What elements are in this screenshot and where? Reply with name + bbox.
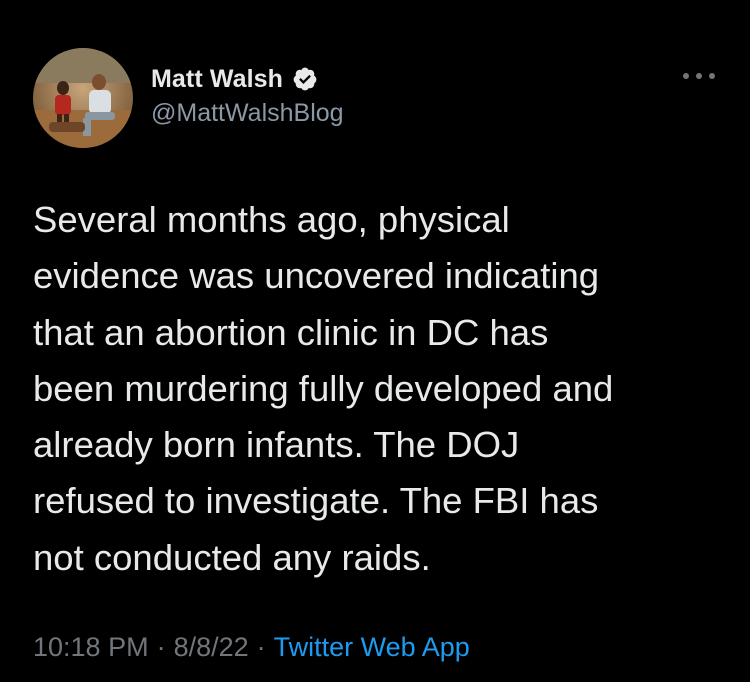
tweet: Matt Walsh @MattWalshBlog Several months… bbox=[0, 0, 750, 682]
meta-separator: · bbox=[156, 632, 166, 662]
meta-separator: · bbox=[256, 632, 266, 662]
tweet-metadata: 10:18 PM · 8/8/22 · Twitter Web App bbox=[33, 632, 470, 663]
author-name-row: Matt Walsh bbox=[151, 64, 318, 94]
author-handle[interactable]: @MattWalshBlog bbox=[151, 99, 344, 128]
more-options-icon[interactable] bbox=[683, 70, 715, 82]
more-dot bbox=[683, 73, 689, 79]
author-avatar[interactable] bbox=[33, 48, 133, 148]
verified-badge-icon bbox=[292, 66, 318, 92]
more-dot bbox=[709, 73, 715, 79]
avatar-photo bbox=[33, 48, 133, 148]
more-dot bbox=[696, 73, 702, 79]
tweet-text: Several months ago, physical evidence wa… bbox=[33, 199, 614, 578]
tweet-date[interactable]: 8/8/22 bbox=[174, 632, 249, 662]
tweet-time[interactable]: 10:18 PM bbox=[33, 632, 149, 662]
tweet-source-link[interactable]: Twitter Web App bbox=[274, 632, 470, 662]
author-display-name[interactable]: Matt Walsh bbox=[151, 65, 283, 94]
